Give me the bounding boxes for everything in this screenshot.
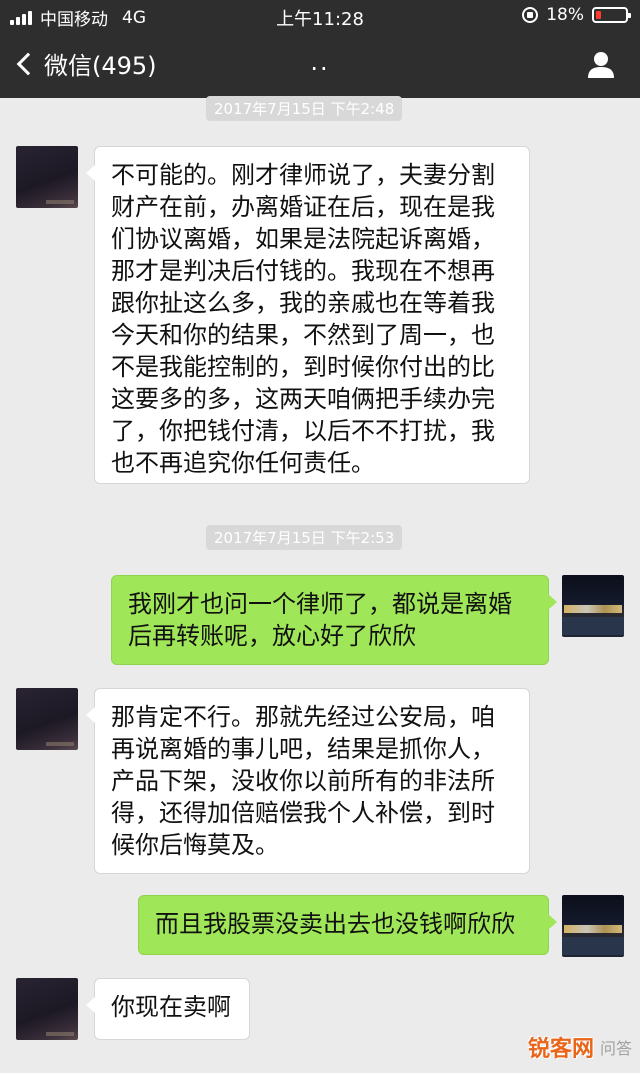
status-right: 18%: [522, 5, 631, 25]
battery-fill: [596, 11, 601, 19]
incoming-message[interactable]: 不可能的。刚才律师说了，夫妻分割财产在前，办离婚证在后，现在是我们协议离婚，如果…: [86, 146, 530, 484]
timestamp: 2017年7月15日 下午2:48: [206, 96, 403, 121]
battery-icon: [592, 7, 631, 23]
watermark-sub: 问答: [599, 1039, 632, 1058]
contact-avatar[interactable]: [16, 688, 78, 750]
nav-bar: 微信(495) ..: [0, 30, 640, 98]
watermark: 锐客网 问答: [528, 1031, 632, 1063]
rotation-lock-icon: [522, 7, 539, 23]
person-icon[interactable]: [586, 50, 616, 80]
contact-avatar[interactable]: [16, 978, 78, 1040]
self-avatar[interactable]: [562, 895, 624, 957]
outgoing-message[interactable]: 我刚才也问一个律师了，都说是离婚后再转账呢，放心好了欣欣: [111, 575, 557, 665]
timestamp: 2017年7月15日 下午2:53: [206, 525, 403, 550]
watermark-brand: 锐客网: [527, 1037, 594, 1062]
contact-avatar[interactable]: [16, 146, 78, 208]
chat-title: ..: [310, 48, 330, 76]
battery-percent: 18%: [546, 5, 584, 25]
self-avatar[interactable]: [562, 575, 624, 637]
status-bar: 中国移动 4G 上午11:28 18%: [0, 0, 640, 30]
outgoing-message[interactable]: 而且我股票没卖出去也没钱啊欣欣: [138, 895, 557, 955]
incoming-message[interactable]: 你现在卖啊: [86, 978, 250, 1040]
incoming-message[interactable]: 那肯定不行。那就先经过公安局，咱再说离婚的事儿吧，结果是抓你人，产品下架，没收你…: [86, 688, 530, 874]
